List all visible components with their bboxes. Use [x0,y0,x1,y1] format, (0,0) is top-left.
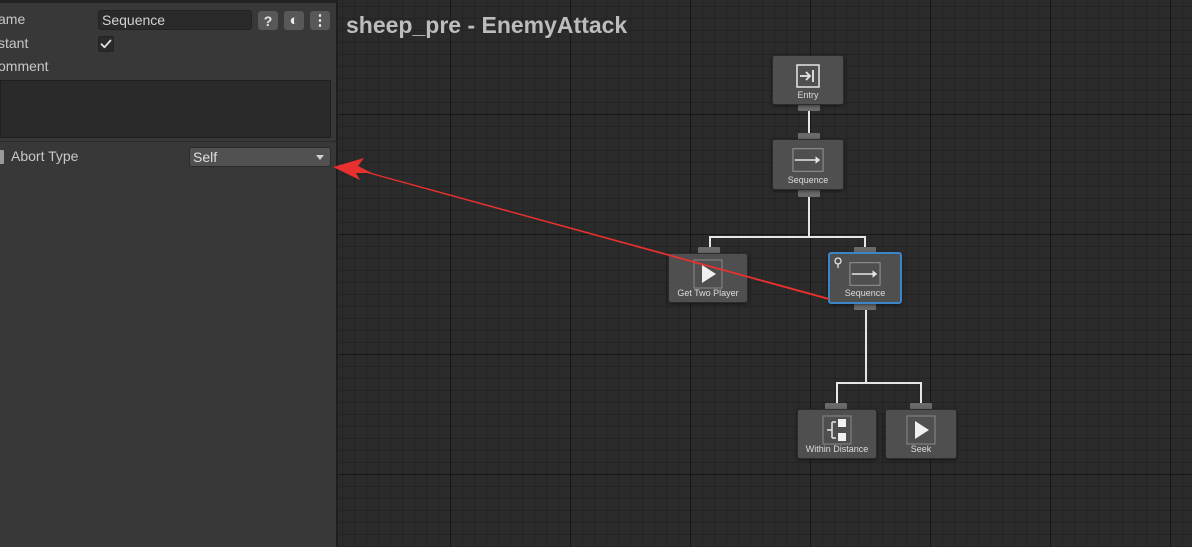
instant-checkbox[interactable] [98,36,114,52]
seek-node[interactable]: Seek [885,409,957,459]
seek-node-label: Seek [910,444,932,454]
contrast-icon: ◐ [289,12,299,29]
behavior-designer-window: ame Sequence ? ◐ ⋮ stant omment Abort Ty… [0,0,1192,547]
child-sequence-node-label: Sequence [844,288,886,298]
root-sequence-output-port[interactable] [798,190,820,197]
abort-type-value: Self [193,149,218,165]
root-sequence-node[interactable]: Sequence [772,139,844,190]
checkmark-icon [100,39,112,49]
panel-top-strip [0,0,338,3]
within-distance-node-label: Within Distance [805,444,869,454]
connection-to-within-distance [836,382,838,403]
theme-toggle-button[interactable]: ◐ [284,11,304,30]
abort-type-icon [0,150,4,164]
entry-icon [792,61,824,91]
connection-child-trunk [865,310,867,382]
connection-root-branch [709,236,866,238]
graph-title: sheep_pre - EnemyAttack [346,12,628,38]
inspector-panel: ame Sequence ? ◐ ⋮ stant omment Abort Ty… [0,0,338,547]
sequence-arrow-icon [792,145,824,175]
child-sequence-output-port[interactable] [854,303,876,310]
connection-child-branch [836,382,922,384]
name-label: ame [0,11,26,27]
play-icon [692,259,724,289]
conditional-icon [821,415,853,445]
dropdown-arrow-icon [316,155,324,160]
instant-label: stant [0,35,29,51]
kebab-menu-icon: ⋮ [312,12,328,29]
graph-canvas[interactable]: sheep_pre - EnemyAttack Entry Sequence G… [338,0,1192,547]
play-icon [905,415,937,445]
connection-to-seek [920,382,922,403]
get-two-player-node-label: Get Two Player [677,288,739,298]
connection-root-trunk [808,196,810,236]
get-two-player-node[interactable]: Get Two Player [668,253,748,303]
conditional-abort-icon [833,256,843,274]
help-icon: ? [263,12,273,29]
sequence-arrow-icon [849,259,881,289]
within-distance-node[interactable]: Within Distance [797,409,877,459]
entry-output-port[interactable] [798,104,820,111]
options-menu-button[interactable]: ⋮ [310,11,330,30]
child-sequence-node[interactable]: Sequence [828,252,902,304]
help-button[interactable]: ? [258,11,278,30]
entry-node-label: Entry [797,90,819,100]
comment-label: omment [0,58,49,74]
section-divider [0,141,336,142]
name-input[interactable]: Sequence [98,10,252,30]
abort-type-dropdown[interactable]: Self [189,147,331,167]
comment-textarea[interactable] [0,80,331,138]
root-sequence-node-label: Sequence [787,175,829,185]
abort-type-label: Abort Type [11,148,79,164]
entry-node[interactable]: Entry [772,55,844,105]
